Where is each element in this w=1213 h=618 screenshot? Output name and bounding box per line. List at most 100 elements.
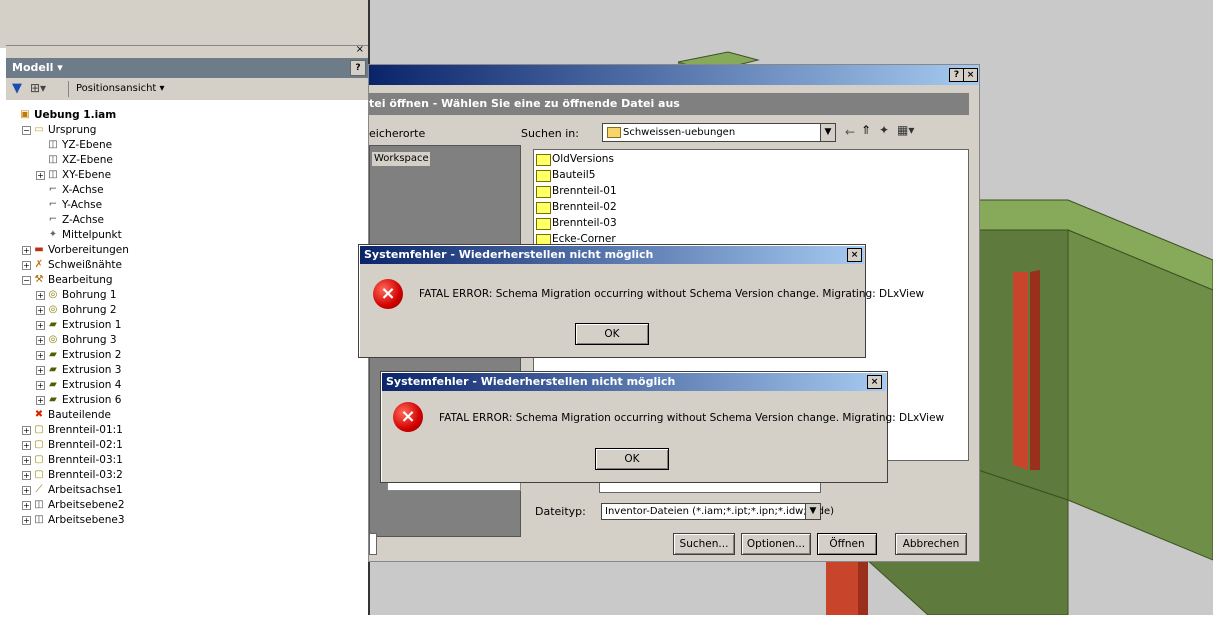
expand-icon[interactable]: + xyxy=(22,501,31,510)
cancel-button[interactable]: Abbrechen xyxy=(895,533,967,555)
chevron-down-icon[interactable]: ▼ xyxy=(805,504,820,519)
tree-node[interactable]: + ▰ Extrusion 1 xyxy=(6,318,361,332)
expand-icon[interactable]: + xyxy=(36,291,45,300)
look-in-label: Suchen in: xyxy=(521,127,579,140)
error-icon: × xyxy=(393,402,423,432)
tree-node-label: Vorbereitungen xyxy=(48,244,129,256)
tree-node[interactable]: + ▢ Brennteil-03:2 xyxy=(6,468,361,482)
tree-node-label: XY-Ebene xyxy=(62,169,112,181)
help-button[interactable]: ? xyxy=(949,68,964,82)
tree-node[interactable]: + ◫ Arbeitsebene2 xyxy=(6,498,361,512)
folder-icon xyxy=(607,127,621,138)
open-button[interactable]: Öffnen xyxy=(817,533,877,555)
close-button[interactable]: × xyxy=(867,375,882,389)
expand-icon[interactable]: + xyxy=(36,321,45,330)
tree-node[interactable]: + ◫ XY-Ebene xyxy=(6,168,361,182)
tree-node-label: Brennteil-03:2 xyxy=(48,469,123,481)
panel-grip-bar[interactable]: × xyxy=(6,44,368,59)
left-button-stub[interactable] xyxy=(369,533,377,555)
tree-node[interactable]: + ◎ Bohrung 2 xyxy=(6,303,361,317)
tree-node[interactable]: + ⟋ Arbeitsachse1 xyxy=(6,483,361,497)
expand-icon[interactable]: + xyxy=(36,381,45,390)
axis-icon: ⌐ xyxy=(48,214,58,225)
tree-node[interactable]: ⌐ Y-Achse xyxy=(6,198,361,212)
tree-node[interactable]: + ◎ Bohrung 1 xyxy=(6,288,361,302)
close-button[interactable]: × xyxy=(963,68,978,82)
ok-button[interactable]: OK xyxy=(595,448,669,470)
tree-node[interactable]: ◫ YZ-Ebene xyxy=(6,138,361,152)
toolbar-divider xyxy=(68,81,69,97)
tree-node[interactable]: ✖ Bauteilende xyxy=(6,408,361,422)
expand-icon[interactable]: + xyxy=(36,351,45,360)
tree-node[interactable]: + ◎ Bohrung 3 xyxy=(6,333,361,347)
browser-options-icon[interactable]: ⊞▾ xyxy=(30,81,46,95)
tree-node[interactable]: + ▰ Extrusion 2 xyxy=(6,348,361,362)
part-icon: ▢ xyxy=(34,439,44,450)
tree-node[interactable]: + ▰ Extrusion 6 xyxy=(6,393,361,407)
view-menu-icon[interactable]: ▦▾ xyxy=(897,123,914,137)
error-dialog-2: Systemfehler - Wiederherstellen nicht mö… xyxy=(380,371,944,483)
tree-node[interactable]: + ✗ Schweißnähte xyxy=(6,258,361,272)
panel-close-icon[interactable]: × xyxy=(356,44,364,55)
tree-node[interactable]: + ▢ Brennteil-02:1 xyxy=(6,438,361,452)
ok-button[interactable]: OK xyxy=(575,323,649,345)
point-icon: ✦ xyxy=(48,229,58,240)
tree-node[interactable]: − ▭ Ursprung xyxy=(6,123,361,137)
tree-node[interactable]: ⌐ X-Achse xyxy=(6,183,361,197)
tree-node[interactable]: + ▰ Extrusion 4 xyxy=(6,378,361,392)
expand-icon[interactable]: + xyxy=(22,261,31,270)
collapse-icon[interactable]: − xyxy=(22,126,31,135)
look-in-combo[interactable]: Schweissen-uebungen ▼ xyxy=(602,123,836,142)
expand-icon[interactable]: + xyxy=(36,366,45,375)
expand-icon[interactable]: + xyxy=(36,396,45,405)
expand-icon[interactable]: + xyxy=(22,516,31,525)
dialog-titlebar[interactable]: ? × xyxy=(369,65,979,85)
tree-node[interactable]: + ▢ Brennteil-01:1 xyxy=(6,423,361,437)
model-dropdown[interactable]: Modell ▾ xyxy=(12,61,63,74)
tree-node[interactable]: + ◫ Arbeitsebene3 xyxy=(6,513,361,527)
model-browser-header[interactable]: Modell ▾ ? xyxy=(6,58,368,78)
tree-node[interactable]: + ▢ Brennteil-03:1 xyxy=(6,453,361,467)
tree-node[interactable]: + ▰ Extrusion 3 xyxy=(6,363,361,377)
tree-node-label: YZ-Ebene xyxy=(62,139,113,151)
error-dialog-title[interactable]: Systemfehler - Wiederherstellen nicht mö… xyxy=(360,246,864,264)
tree-node[interactable]: ▣ Uebung 1.iam xyxy=(6,108,361,122)
new-folder-icon[interactable]: ✦ xyxy=(879,123,889,137)
tree-node-label: XZ-Ebene xyxy=(62,154,113,166)
options-button[interactable]: Optionen... xyxy=(741,533,811,555)
search-button[interactable]: Suchen... xyxy=(673,533,735,555)
extrude-icon: ▰ xyxy=(49,319,57,330)
expand-icon[interactable]: + xyxy=(22,456,31,465)
tree-node[interactable]: ◫ XZ-Ebene xyxy=(6,153,361,167)
file-type-combo[interactable]: Inventor-Dateien (*.iam;*.ipt;*.ipn;*.id… xyxy=(601,503,834,520)
error-dialog-title[interactable]: Systemfehler - Wiederherstellen nicht mö… xyxy=(382,373,886,391)
tree-node[interactable]: ⌐ Z-Achse xyxy=(6,213,361,227)
up-folder-icon[interactable]: ⇑ xyxy=(861,123,871,137)
expand-icon[interactable]: + xyxy=(36,171,45,180)
tree-node[interactable]: + ▬ Vorbereitungen xyxy=(6,243,361,257)
position-view-dropdown[interactable]: Positionsansicht ▾ xyxy=(76,83,165,94)
expand-icon[interactable]: + xyxy=(22,486,31,495)
expand-icon[interactable]: + xyxy=(22,441,31,450)
tree-node[interactable]: ✦ Mittelpunkt xyxy=(6,228,361,242)
tree-node-label: Brennteil-03:1 xyxy=(48,454,123,466)
collapse-icon[interactable]: − xyxy=(22,276,31,285)
part-icon: ▢ xyxy=(34,424,44,435)
place-workspace[interactable]: Workspace xyxy=(372,152,430,166)
expand-icon[interactable]: + xyxy=(22,426,31,435)
help-icon[interactable]: ? xyxy=(350,60,366,76)
file-type-label: Dateityp: xyxy=(535,505,586,518)
back-icon[interactable]: ← xyxy=(845,125,855,139)
expand-icon[interactable]: + xyxy=(22,471,31,480)
plane-icon: ◫ xyxy=(48,169,58,180)
close-button[interactable]: × xyxy=(847,248,862,262)
error-dialog-1: Systemfehler - Wiederherstellen nicht mö… xyxy=(358,244,924,358)
expand-icon[interactable]: + xyxy=(22,246,31,255)
places-label: eicherorte xyxy=(369,127,426,140)
expand-icon[interactable]: + xyxy=(36,306,45,315)
chevron-down-icon[interactable]: ▼ xyxy=(820,124,835,141)
expand-icon[interactable]: + xyxy=(36,336,45,345)
tree-node[interactable]: − ⚒ Bearbeitung xyxy=(6,273,361,287)
filter-icon[interactable]: ▼ xyxy=(12,81,22,96)
tree-node-label: Extrusion 3 xyxy=(62,364,122,376)
